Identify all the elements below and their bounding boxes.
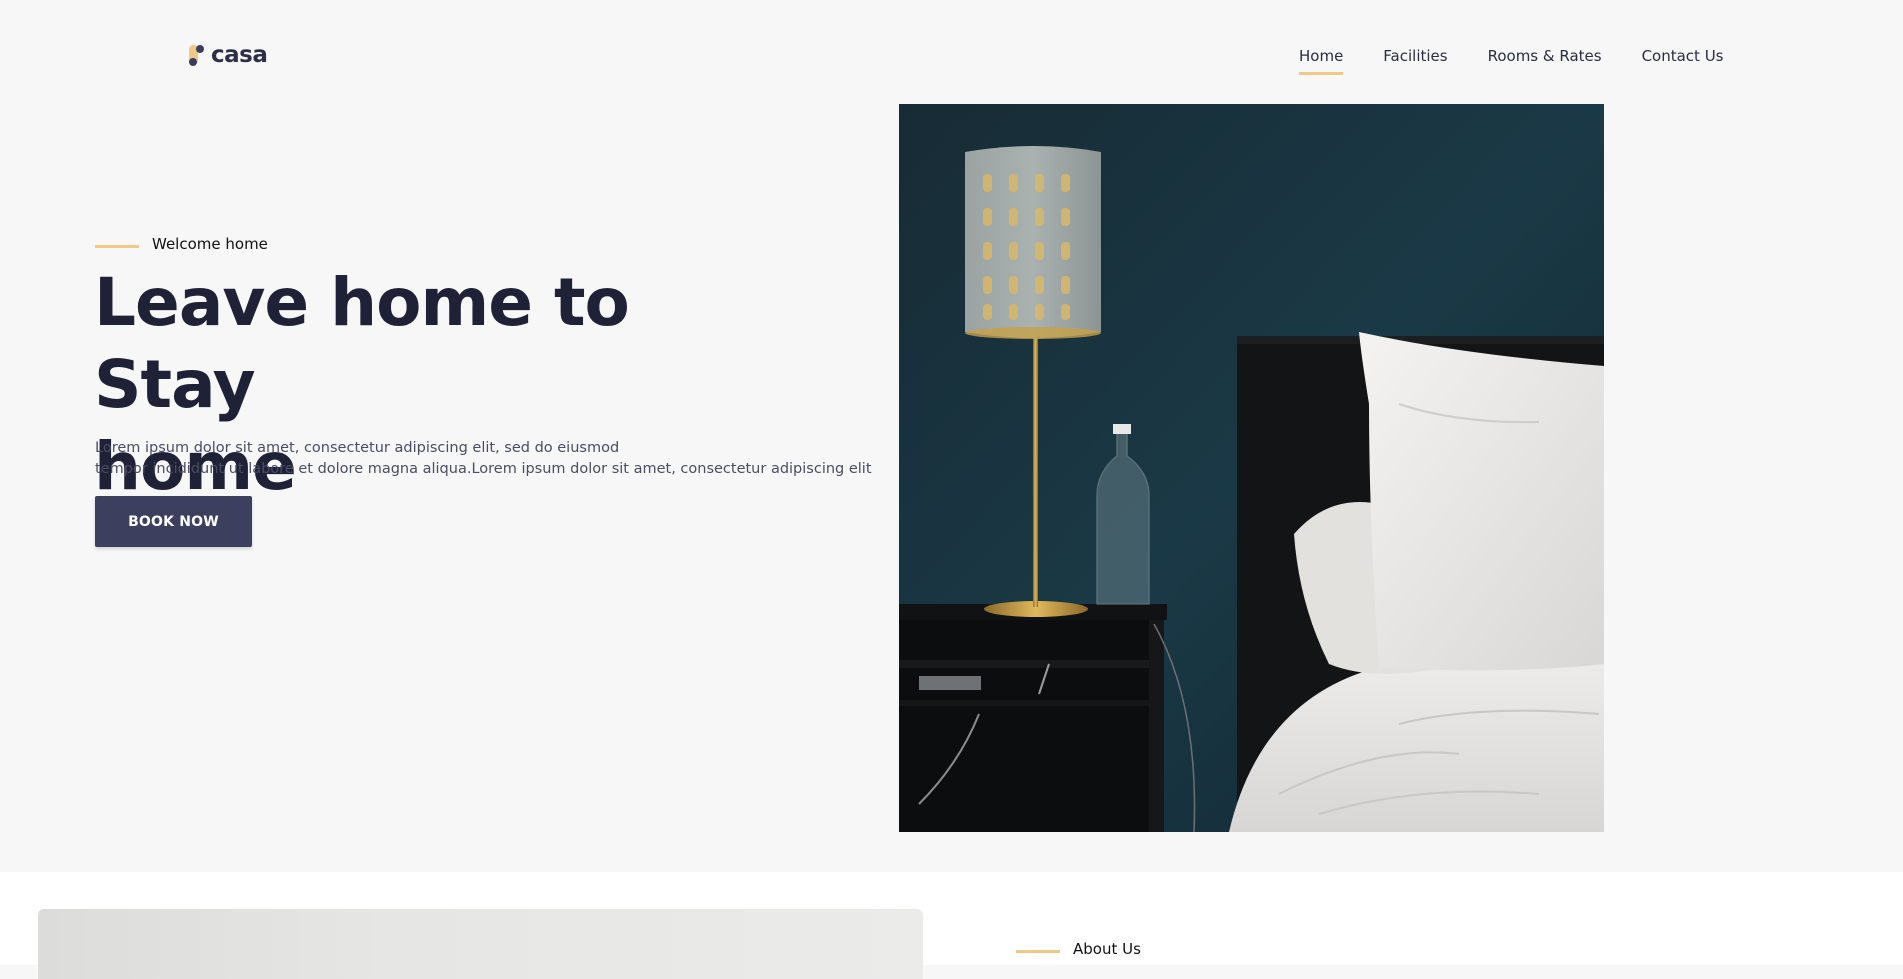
about-section: About Us — [0, 872, 1903, 979]
hero-description-line-2: tempor incididunt ut labore et dolore ma… — [95, 461, 872, 477]
hero-description-line-1: Lorem ipsum dolor sit amet, consectetur … — [95, 440, 620, 456]
hero-description: Lorem ipsum dolor sit amet, consectetur … — [95, 438, 875, 480]
hero-title-line-1: Leave home to Stay — [94, 264, 630, 423]
about-image — [38, 909, 923, 979]
eyebrow-divider — [95, 245, 139, 248]
eyebrow-divider — [1016, 950, 1060, 953]
nav-item-contact-us[interactable]: Contact Us — [1642, 47, 1724, 75]
logo-icon — [189, 43, 207, 67]
logo[interactable]: casa — [189, 41, 268, 69]
hero-image — [899, 104, 1604, 832]
about-eyebrow-text: About Us — [1073, 940, 1141, 958]
nav-item-home[interactable]: Home — [1299, 47, 1344, 75]
logo-text: casa — [211, 42, 268, 68]
nav-item-rooms-rates[interactable]: Rooms & Rates — [1488, 47, 1602, 75]
nav-item-facilities[interactable]: Facilities — [1383, 47, 1447, 75]
hero-eyebrow: Welcome home — [95, 235, 268, 253]
site-header: casa Home Facilities Rooms & Rates Conta… — [0, 0, 1903, 104]
book-now-button[interactable]: BOOK NOW — [95, 496, 252, 547]
hero-eyebrow-text: Welcome home — [152, 235, 268, 253]
main-nav: Home Facilities Rooms & Rates Contact Us — [1299, 47, 1724, 75]
about-eyebrow: About Us — [1016, 940, 1141, 958]
